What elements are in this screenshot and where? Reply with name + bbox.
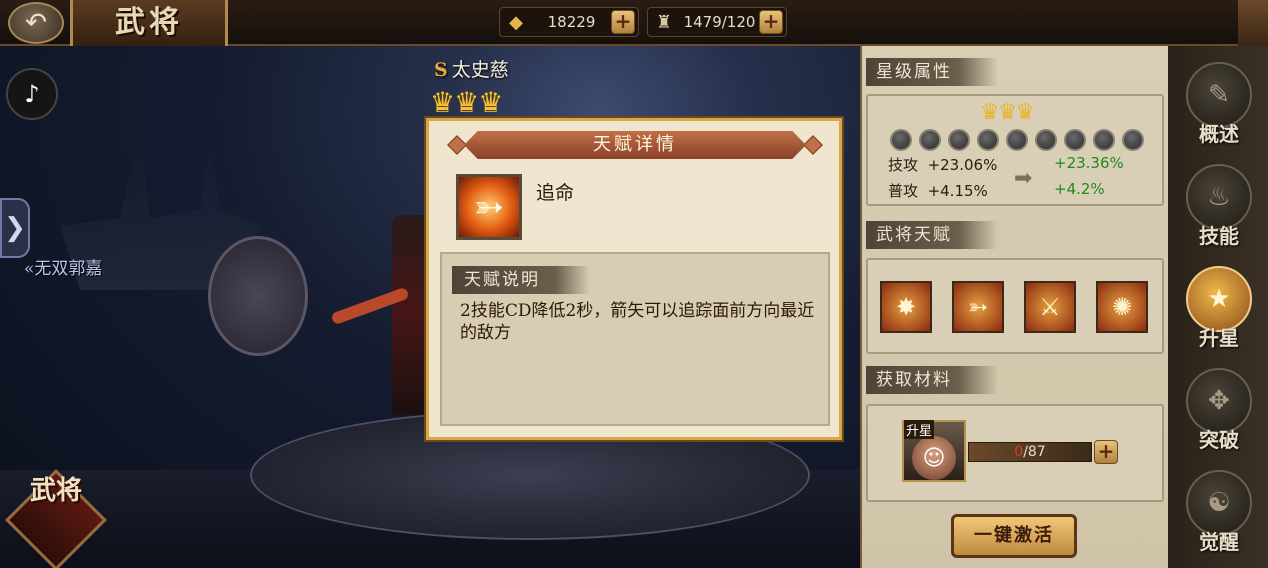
stat-current: +23.06% (927, 156, 998, 174)
hero-menu-badge-label: 武将 (29, 476, 82, 506)
back-button[interactable]: ↶ (8, 2, 64, 44)
description-header: 天赋说明 (452, 266, 590, 294)
nav-breakthrough-label: 突破 (1199, 428, 1239, 452)
star-progress-dot (948, 129, 970, 151)
hero-star-crowns: ♛♛♛ (430, 86, 503, 119)
star-level-crowns: ♛♛♛ (980, 100, 1035, 125)
one-click-activate-button[interactable]: 一键激活 (951, 514, 1077, 558)
talent-name: 追命 (536, 182, 575, 204)
stat-row-normal-attack: 普攻 +4.15% (888, 180, 988, 201)
star-progress-dot (1064, 129, 1086, 151)
hero-grade-badge: S (434, 59, 448, 81)
war-drum (208, 236, 308, 356)
star-progress-dot (1006, 129, 1028, 151)
gold-value: 18229 (547, 13, 596, 31)
burst-icon: ✺ (1111, 293, 1133, 321)
prev-hero-arrow[interactable]: ❯ (0, 198, 30, 258)
tiktok-icon: ♪ (24, 80, 40, 108)
stamina-value: 1479/120 (683, 13, 756, 31)
explosion-icon: ✸ (895, 293, 917, 321)
back-arrow-icon: ↶ (25, 8, 47, 38)
nav-skills-label: 技能 (1199, 224, 1239, 248)
gold-ingot-icon: ◆ (509, 11, 523, 33)
chevron-left-icon: ❯ (4, 213, 26, 243)
book-quill-icon: ✎ (1208, 80, 1230, 110)
star-icon: ★ (1207, 284, 1231, 314)
flame-book-icon: ♨ (1207, 182, 1231, 212)
hero-portrait-icon: ☺ (912, 436, 956, 480)
stat-label: 普攻 (888, 182, 919, 200)
stamina-icon: ♜ (655, 11, 673, 33)
star-progress-dot (1122, 129, 1144, 151)
hero-name: 太史慈 (451, 59, 509, 81)
sword-icon: ✥ (1208, 386, 1230, 416)
crossed-swords-icon: ⚔ (1039, 293, 1061, 321)
talent-slot-4[interactable]: ✺ (1096, 281, 1148, 333)
star-progress-dot (890, 129, 912, 151)
talents-header: 武将天赋 (866, 221, 998, 249)
corner-ornament (1238, 0, 1268, 46)
material-progress-bar: 0/87 (968, 442, 1092, 462)
add-stamina-button[interactable]: + (759, 10, 783, 34)
material-total: /87 (1023, 444, 1046, 460)
star-progress-dot (919, 129, 941, 151)
talent-slot-2[interactable]: ➳ (952, 281, 1004, 333)
dialog-title: 天赋详情 (464, 131, 806, 159)
materials-header: 获取材料 (866, 366, 998, 394)
add-material-button[interactable]: + (1094, 440, 1118, 464)
meditation-icon: ☯ (1207, 488, 1231, 518)
tiktok-button[interactable]: ♪ (6, 68, 58, 120)
stat-next-skill-attack: +23.36% (1054, 154, 1124, 172)
stat-label: 技攻 (888, 156, 919, 174)
nav-awaken-label: 觉醒 (1199, 530, 1239, 554)
hero-name-label: S 太史慈 (434, 55, 509, 82)
page-title: 武将 (115, 5, 183, 40)
star-attr-header: 星级属性 (866, 58, 998, 86)
talent-slot-3[interactable]: ⚔ (1024, 281, 1076, 333)
star-progress-dot (1035, 129, 1057, 151)
talent-description: 2技能CD降低2秒，箭矢可以追踪面前方向最近的敌方 (460, 301, 815, 343)
stat-next-normal-attack: +4.2% (1054, 180, 1105, 198)
nav-starup-label: 升星 (1199, 326, 1239, 350)
stat-row-skill-attack: 技攻 +23.06% (888, 154, 997, 175)
arrow-strike-icon: ➳ (456, 174, 522, 240)
arrow-strike-icon: ➳ (967, 293, 989, 321)
star-progress-dot (1093, 129, 1115, 151)
gold-counter: ◆ 18229 + (499, 7, 639, 37)
material-tag: 升星 (904, 420, 935, 439)
material-current: 0 (1014, 444, 1024, 460)
talent-slot-1[interactable]: ✸ (880, 281, 932, 333)
title-plate: 武将 (70, 0, 228, 46)
star-progress-dots (890, 129, 1151, 151)
prev-hero-link[interactable]: «无双郭嘉 (24, 254, 102, 279)
prev-hero-name: 无双郭嘉 (34, 259, 103, 279)
nav-overview-label: 概述 (1199, 122, 1239, 146)
stamina-counter: ♜ 1479/120 + (647, 7, 787, 37)
stat-current: +4.15% (927, 182, 988, 200)
add-gold-button[interactable]: + (611, 10, 635, 34)
arrow-right-icon: ➡ (1014, 166, 1033, 191)
star-progress-dot (977, 129, 999, 151)
